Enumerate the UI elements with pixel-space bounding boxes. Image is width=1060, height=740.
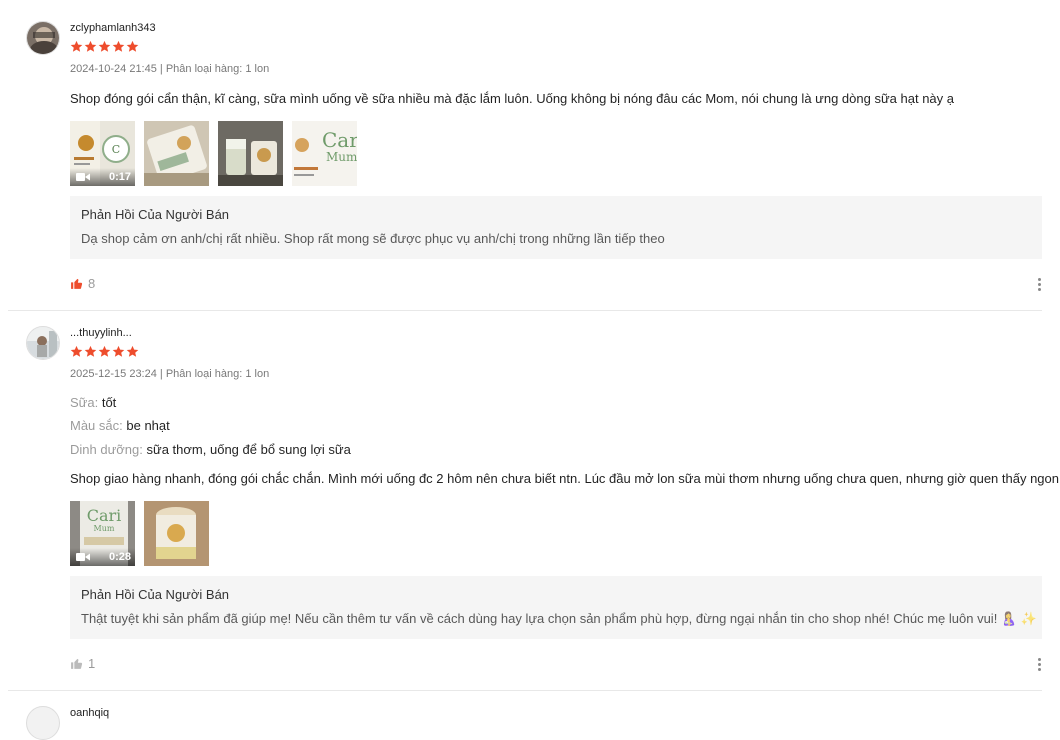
rating-stars: [70, 40, 139, 53]
thumbs-up-icon: [71, 658, 83, 669]
review-attribute: Màu sắc: be nhạt: [70, 418, 170, 433]
star-icon: [112, 40, 125, 52]
attribute-key: Màu sắc:: [70, 418, 123, 433]
like-button[interactable]: 8: [70, 276, 95, 291]
star-icon: [84, 40, 97, 52]
review-image-thumb[interactable]: [144, 501, 209, 566]
star-icon: [112, 345, 125, 357]
review-image-thumb[interactable]: Cari Mum: [292, 121, 357, 186]
review-divider: [8, 690, 1042, 691]
review-image: Cari Mum: [292, 121, 357, 186]
avatar-image: [27, 22, 59, 54]
more-options-icon[interactable]: [1038, 658, 1042, 671]
seller-reply: Phản Hồi Của Người Bán Dạ shop cảm ơn an…: [70, 196, 1042, 259]
svg-text:Cari: Cari: [87, 506, 122, 525]
video-overlay: 0:17: [70, 168, 135, 186]
attribute-key: Dinh dưỡng:: [70, 442, 143, 457]
star-icon: [70, 40, 83, 52]
svg-text:Cari: Cari: [322, 128, 357, 152]
review-meta: 2024-10-24 21:45 | Phân loại hàng: 1 lon: [70, 63, 270, 75]
review-attribute: Sữa: tốt: [70, 395, 116, 410]
like-count: 8: [88, 276, 96, 291]
review-attribute: Dinh dưỡng: sữa thơm, uống để bổ sung lợ…: [70, 442, 351, 457]
seller-reply-text: Dạ shop cảm ơn anh/chị rất nhiều. Shop r…: [81, 231, 665, 246]
avatar[interactable]: [26, 706, 60, 740]
like-button[interactable]: 1: [70, 656, 95, 671]
seller-reply-text: Thật tuyệt khi sản phẩm đã giúp mẹ! Nếu …: [81, 611, 1037, 626]
attribute-key: Sữa:: [70, 395, 99, 410]
star-icon: [98, 345, 111, 357]
video-overlay: 0:28: [70, 548, 135, 566]
rating-stars: [70, 345, 139, 358]
seller-reply-title: Phản Hồi Của Người Bán: [81, 587, 230, 602]
review-image: [144, 501, 209, 566]
review-image-thumb[interactable]: [218, 121, 283, 186]
star-icon: [84, 345, 97, 357]
review-video-thumb[interactable]: Cari Mum 0:28: [70, 501, 135, 566]
svg-text:Mum: Mum: [94, 524, 115, 533]
review-image-thumb[interactable]: [144, 121, 209, 186]
review-divider: [8, 310, 1042, 311]
avatar[interactable]: [26, 21, 60, 55]
seller-reply: Phản Hồi Của Người Bán Thật tuyệt khi sả…: [70, 576, 1042, 639]
svg-text:Mum: Mum: [326, 150, 357, 164]
review-username[interactable]: zclyphamlanh343: [70, 22, 156, 34]
review-meta: 2025-12-15 23:24 | Phân loại hàng: 1 lon: [70, 368, 270, 380]
star-icon: [126, 345, 139, 357]
video-duration: 0:17: [108, 171, 131, 183]
review-media: C 0:17 Car Mum: [70, 121, 357, 186]
review-username[interactable]: ...thuyylinh...: [70, 327, 132, 339]
video-duration: 0:28: [108, 551, 131, 563]
attribute-value: be nhạt: [126, 418, 170, 433]
like-count: 1: [88, 656, 96, 671]
review-content: Shop giao hàng nhanh, đóng gói chắc chắn…: [70, 471, 1060, 486]
attribute-value: tốt: [101, 395, 117, 410]
seller-reply-title: Phản Hồi Của Người Bán: [81, 207, 230, 222]
review-content: Shop đóng gói cẩn thận, kĩ càng, sữa mìn…: [70, 91, 954, 106]
star-icon: [126, 40, 139, 52]
review-media: Cari Mum 0:28: [70, 501, 209, 566]
svg-text:C: C: [112, 143, 120, 156]
review-username[interactable]: oanhqiq: [70, 707, 109, 719]
review-image: [218, 121, 283, 186]
star-icon: [70, 345, 83, 357]
review-image: [144, 121, 209, 186]
star-icon: [98, 40, 111, 52]
video-camera-icon: [76, 553, 90, 561]
more-options-icon[interactable]: [1038, 278, 1042, 291]
avatar[interactable]: [26, 326, 60, 360]
attribute-value: sữa thơm, uống để bổ sung lợi sữa: [146, 442, 351, 457]
review-video-thumb[interactable]: C 0:17: [70, 121, 135, 186]
thumbs-up-icon: [71, 278, 83, 289]
video-camera-icon: [76, 173, 90, 181]
avatar-image: [27, 327, 59, 359]
